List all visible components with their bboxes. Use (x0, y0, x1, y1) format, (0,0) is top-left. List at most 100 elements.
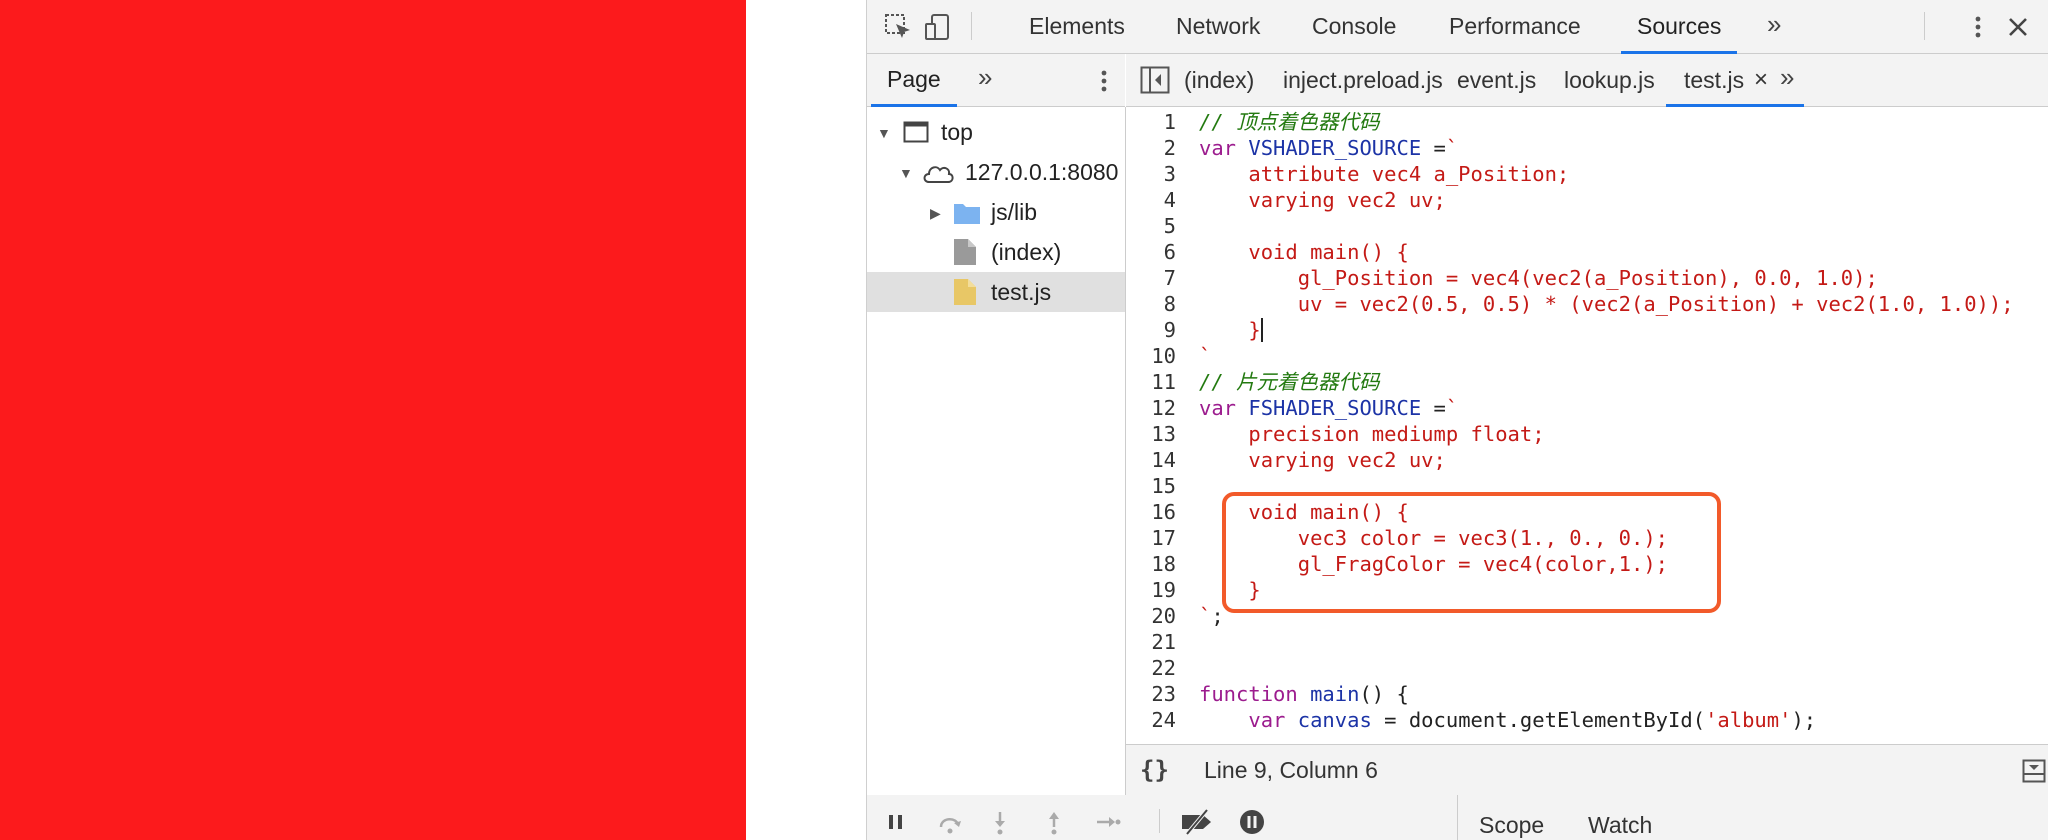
code-line[interactable]: 12 var FSHADER_SOURCE =` (1126, 395, 2048, 421)
vertical-dots-icon[interactable] (1089, 66, 1119, 96)
tab-close-icon[interactable]: × (1754, 54, 1768, 106)
tab-page[interactable]: Page (871, 54, 957, 107)
code-token: () { (1359, 682, 1409, 706)
collapsed-triangle-icon[interactable]: ▶ (930, 193, 941, 232)
code-line[interactable]: 11 // 片元着色器代码 (1126, 369, 2048, 395)
code-line[interactable]: 2 var VSHADER_SOURCE =` (1126, 135, 2048, 161)
tab-network[interactable]: Network (1176, 0, 1260, 53)
editor-tab-index[interactable]: (index) (1184, 54, 1254, 106)
code-line[interactable]: 3 attribute vec4 a_Position; (1126, 161, 2048, 187)
editor-tab-lookup[interactable]: lookup.js (1564, 54, 1655, 106)
tree-item-top[interactable]: ▼ top (867, 112, 1125, 152)
line-number[interactable]: 8 (1126, 291, 1176, 317)
line-number[interactable]: 7 (1126, 265, 1176, 291)
device-toolbar-icon[interactable] (923, 12, 953, 42)
code-line[interactable]: 5 (1126, 213, 2048, 239)
line-number[interactable]: 16 (1126, 499, 1176, 525)
code-text: gl_FragColor = vec4(color,1.); (1199, 551, 1668, 577)
more-tabs-chevron-icon[interactable]: » (1767, 9, 1781, 40)
inspect-element-icon[interactable] (883, 12, 913, 42)
code-line[interactable]: 8 uv = vec2(0.5, 0.5) * (vec2(a_Position… (1126, 291, 2048, 317)
editor-tab-test[interactable]: test.js (1665, 54, 1805, 107)
step-over-icon[interactable] (937, 809, 963, 835)
step-out-icon[interactable] (1041, 809, 1067, 835)
navigator-more-chevron-icon[interactable]: » (978, 62, 992, 93)
tab-scope[interactable]: Scope (1479, 812, 1544, 839)
pretty-print-icon[interactable]: {} (1140, 756, 1169, 784)
tree-item-file-selected[interactable]: test.js (867, 272, 1125, 312)
close-icon[interactable] (2003, 12, 2033, 42)
toggle-debugger-icon[interactable] (2022, 759, 2046, 783)
line-number[interactable]: 18 (1126, 551, 1176, 577)
line-number[interactable]: 23 (1126, 681, 1176, 707)
line-number[interactable]: 12 (1126, 395, 1176, 421)
code-token: = (1421, 136, 1446, 160)
code-line[interactable]: 1 // 顶点着色器代码 (1126, 109, 2048, 135)
code-line[interactable]: 9 } (1126, 317, 2048, 343)
code-line[interactable]: 21 (1126, 629, 2048, 655)
line-number[interactable]: 14 (1126, 447, 1176, 473)
code-token: uv = vec2(0.5, 0.5) * (vec2(a_Position) … (1199, 292, 2014, 316)
expanded-triangle-icon[interactable]: ▼ (877, 113, 891, 152)
line-number[interactable]: 10 (1126, 343, 1176, 369)
code-token: varying vec2 uv; (1199, 448, 1446, 472)
deactivate-breakpoints-icon[interactable] (1179, 809, 1215, 835)
pause-icon[interactable] (883, 809, 909, 835)
code-token: ` (1199, 604, 1212, 628)
cloud-icon (923, 166, 954, 183)
editor-tab-event[interactable]: event.js (1457, 54, 1536, 106)
line-number[interactable]: 5 (1126, 213, 1176, 239)
code-line[interactable]: 24 var canvas = document.getElementById(… (1126, 707, 2048, 733)
line-number[interactable]: 21 (1126, 629, 1176, 655)
code-token: } (1199, 578, 1261, 602)
step-into-icon[interactable] (987, 809, 1013, 835)
vertical-dots-icon[interactable] (1963, 12, 1993, 42)
line-number[interactable]: 17 (1126, 525, 1176, 551)
line-number[interactable]: 24 (1126, 707, 1176, 733)
code-editor[interactable]: 1// 顶点着色器代码 2 var VSHADER_SOURCE =` 3 attri… (1126, 107, 2048, 744)
tab-watch[interactable]: Watch (1588, 812, 1652, 839)
code-line[interactable]: 13 precision mediump float; (1126, 421, 2048, 447)
code-line[interactable]: 14 varying vec2 uv; (1126, 447, 2048, 473)
code-line[interactable]: 19 } (1126, 577, 2048, 603)
step-icon[interactable] (1095, 809, 1121, 835)
tab-elements[interactable]: Elements (1029, 0, 1125, 53)
line-number[interactable]: 22 (1126, 655, 1176, 681)
tab-performance[interactable]: Performance (1449, 0, 1581, 53)
code-line[interactable]: 6 void main() { (1126, 239, 2048, 265)
tree-item-file[interactable]: (index) (867, 232, 1125, 272)
code-text: void main() { (1199, 499, 1408, 525)
code-line[interactable]: 18 gl_FragColor = vec4(color,1.); (1126, 551, 2048, 577)
code-line[interactable]: 23 function main() { (1126, 681, 2048, 707)
editor-more-chevron-icon[interactable]: » (1780, 62, 1794, 93)
line-number[interactable]: 11 (1126, 369, 1176, 395)
editor-tab-inject-preload[interactable]: inject.preload.js (1283, 54, 1443, 106)
tab-console[interactable]: Console (1312, 0, 1396, 53)
line-number[interactable]: 9 (1126, 317, 1176, 343)
line-number[interactable]: 2 (1126, 135, 1176, 161)
line-number[interactable]: 15 (1126, 473, 1176, 499)
tab-sources[interactable]: Sources (1620, 0, 1738, 54)
line-number[interactable]: 19 (1126, 577, 1176, 603)
code-line[interactable]: 15 (1126, 473, 2048, 499)
line-number[interactable]: 20 (1126, 603, 1176, 629)
toggle-navigator-icon[interactable] (1140, 66, 1170, 94)
code-line[interactable]: 7 gl_Position = vec4(vec2(a_Position), 0… (1126, 265, 2048, 291)
line-number[interactable]: 1 (1126, 109, 1176, 135)
line-number[interactable]: 13 (1126, 421, 1176, 447)
code-line[interactable]: 10 ` (1126, 343, 2048, 369)
tree-item-folder[interactable]: ▶ js/lib (867, 192, 1125, 232)
code-token: gl_Position = vec4(vec2(a_Position), 0.0… (1199, 266, 1878, 290)
line-number[interactable]: 3 (1126, 161, 1176, 187)
code-line[interactable]: 17 vec3 color = vec3(1., 0., 0.); (1126, 525, 2048, 551)
code-line[interactable]: 16 void main() { (1126, 499, 2048, 525)
line-number[interactable]: 6 (1126, 239, 1176, 265)
code-line[interactable]: 4 varying vec2 uv; (1126, 187, 2048, 213)
tree-item-host[interactable]: ▼ 127.0.0.1:8080 (867, 152, 1125, 192)
code-line[interactable]: 22 (1126, 655, 2048, 681)
code-token: ); (1791, 708, 1817, 732)
pause-on-exceptions-icon[interactable] (1239, 809, 1265, 835)
code-line[interactable]: 20 `; (1126, 603, 2048, 629)
line-number[interactable]: 4 (1126, 187, 1176, 213)
expanded-triangle-icon[interactable]: ▼ (899, 153, 913, 192)
